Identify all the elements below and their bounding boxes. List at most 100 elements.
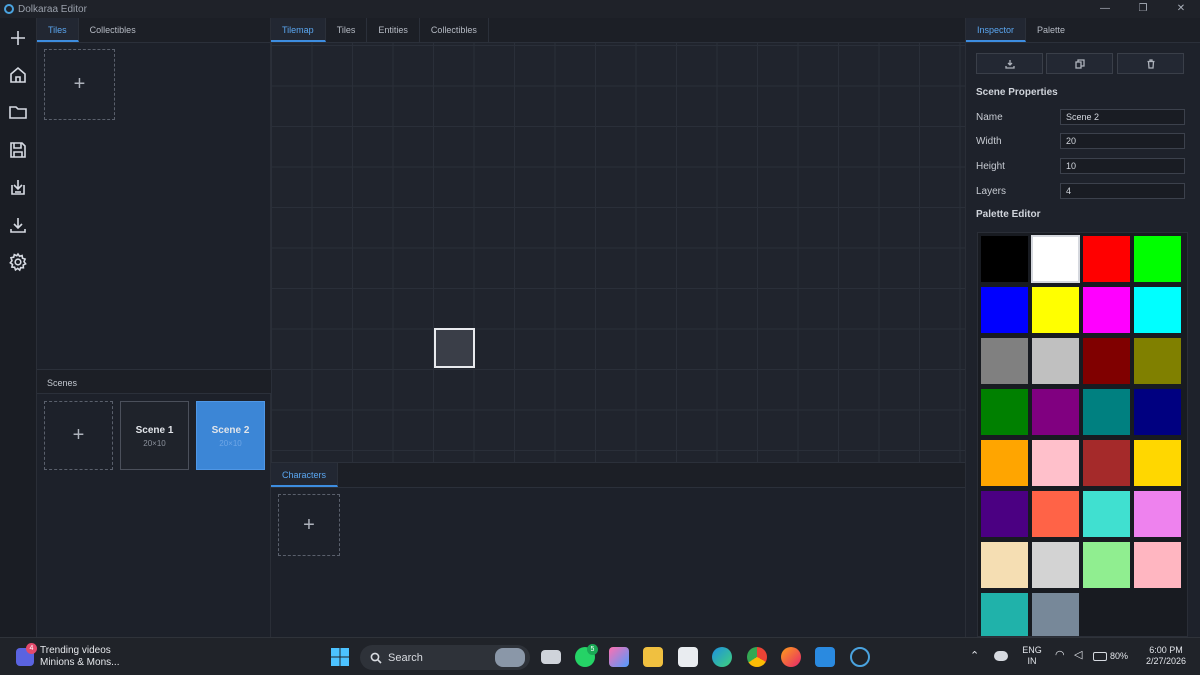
onedrive-icon[interactable] (994, 651, 1008, 661)
whatsapp-badge: 5 (587, 644, 598, 655)
battery-icon[interactable] (1093, 652, 1107, 661)
palette-swatch[interactable] (1083, 287, 1130, 333)
palette-swatch[interactable] (981, 236, 1028, 282)
palette-swatch[interactable] (1032, 338, 1079, 384)
palette-grid (977, 232, 1188, 637)
minimize-button[interactable]: — (1086, 0, 1124, 18)
palette-swatch[interactable] (981, 440, 1028, 486)
firefox-icon[interactable] (781, 647, 801, 667)
scene-size: 20×10 (143, 439, 166, 448)
palette-swatch[interactable] (1083, 491, 1130, 537)
add-scene-button[interactable]: + (44, 401, 113, 470)
folder-icon[interactable] (8, 102, 28, 122)
palette-editor-title: Palette Editor (976, 209, 1041, 220)
palette-swatch[interactable] (1083, 440, 1130, 486)
scene-card[interactable]: Scene 1 20×10 (120, 401, 189, 470)
export-button[interactable] (976, 53, 1043, 74)
palette-swatch[interactable] (1083, 542, 1130, 588)
name-field[interactable]: Scene 2 (1060, 109, 1185, 125)
scenes-header: Scenes (37, 369, 271, 394)
width-field[interactable]: 20 (1060, 133, 1185, 149)
vscode-icon[interactable] (815, 647, 835, 667)
palette-swatch[interactable] (981, 593, 1028, 636)
palette-swatch[interactable] (1032, 593, 1079, 636)
chrome-icon[interactable] (747, 647, 767, 667)
tab-collectibles[interactable]: Collectibles (79, 18, 147, 42)
palette-swatch[interactable] (1134, 389, 1181, 435)
prop-label-width: Width (976, 136, 1002, 147)
clock-date: 2/27/2026 (1145, 656, 1187, 666)
palette-swatch[interactable] (1134, 491, 1181, 537)
tab-characters[interactable]: Characters (271, 463, 339, 487)
palette-swatch[interactable] (1134, 236, 1181, 282)
palette-swatch[interactable] (1134, 542, 1181, 588)
palette-swatch[interactable] (981, 338, 1028, 384)
palette-swatch[interactable] (1083, 236, 1130, 282)
volume-icon[interactable]: ◁ (1074, 650, 1082, 661)
height-field[interactable]: 10 (1060, 158, 1185, 174)
copilot-icon[interactable] (609, 647, 629, 667)
scene-card-selected[interactable]: Scene 2 20×10 (196, 401, 265, 470)
palette-swatch[interactable] (981, 491, 1028, 537)
palette-swatch[interactable] (1083, 389, 1130, 435)
palette-swatch[interactable] (1031, 235, 1080, 283)
edge-icon[interactable] (712, 647, 732, 667)
tab-tiles[interactable]: Tiles (326, 18, 368, 42)
gear-icon[interactable] (8, 252, 28, 272)
palette-swatch[interactable] (1134, 440, 1181, 486)
palette-swatch[interactable] (1032, 440, 1079, 486)
import-icon[interactable] (8, 177, 28, 197)
trash-icon (1147, 58, 1154, 69)
maximize-button[interactable]: ❐ (1124, 0, 1162, 18)
tab-inspector[interactable]: Inspector (966, 18, 1027, 42)
clock-time: 6:00 PM (1149, 645, 1183, 655)
title-bar: Dolkaraa Editor — ❐ ✕ (0, 0, 1200, 18)
tab-palette[interactable]: Palette (1026, 18, 1076, 42)
file-explorer-icon[interactable] (643, 647, 663, 667)
duplicate-button[interactable] (1046, 53, 1113, 74)
plus-icon: + (73, 73, 86, 95)
palette-swatch[interactable] (1083, 338, 1130, 384)
widget-text[interactable]: Trending videos Minions & Mons... (40, 645, 119, 669)
add-character-button[interactable]: + (278, 494, 340, 556)
delete-button[interactable] (1117, 53, 1184, 74)
palette-swatch[interactable] (1032, 287, 1079, 333)
save-icon[interactable] (8, 140, 28, 160)
download-icon (1004, 59, 1015, 69)
tab-tilemap[interactable]: Tilemap (271, 18, 326, 42)
home-icon[interactable] (8, 65, 28, 85)
tab-entities[interactable]: Entities (367, 18, 420, 42)
add-tile-button[interactable]: + (44, 49, 115, 120)
palette-swatch[interactable] (1032, 542, 1079, 588)
plus-icon[interactable] (8, 28, 28, 48)
close-button[interactable]: ✕ (1162, 0, 1200, 18)
palette-swatch[interactable] (1032, 389, 1079, 435)
palette-swatch[interactable] (1032, 491, 1079, 537)
search-icon (370, 652, 382, 664)
tab-collectibles[interactable]: Collectibles (420, 18, 489, 42)
search-label: Search (388, 651, 423, 664)
palette-swatch[interactable] (1134, 287, 1181, 333)
store-icon[interactable] (678, 647, 698, 667)
clock[interactable]: 6:00 PM 2/27/2026 (1138, 645, 1194, 667)
palette-swatch[interactable] (1134, 338, 1181, 384)
tilemap-canvas[interactable] (271, 43, 965, 480)
wifi-icon[interactable]: ◠ (1055, 650, 1065, 661)
language-indicator[interactable]: ENG IN (1020, 645, 1044, 667)
task-view-icon[interactable] (541, 650, 561, 664)
download-icon[interactable] (8, 215, 28, 235)
widget-badge: 4 (26, 643, 37, 654)
scene-size: 20×10 (219, 439, 242, 448)
tab-tiles[interactable]: Tiles (37, 18, 79, 42)
palette-swatch[interactable] (981, 389, 1028, 435)
layers-field[interactable]: 4 (1060, 183, 1185, 199)
palette-swatch[interactable] (981, 287, 1028, 333)
search-box[interactable]: Search (360, 645, 530, 670)
dolkaraa-editor-icon[interactable] (850, 647, 870, 667)
search-highlight-icon (495, 648, 525, 667)
taskbar: 4 Trending videos Minions & Mons... Sear… (0, 637, 1200, 675)
chevron-up-icon[interactable]: ⌃ (970, 651, 979, 662)
start-icon[interactable] (331, 648, 349, 666)
palette-swatch[interactable] (981, 542, 1028, 588)
plus-icon: + (303, 513, 315, 536)
